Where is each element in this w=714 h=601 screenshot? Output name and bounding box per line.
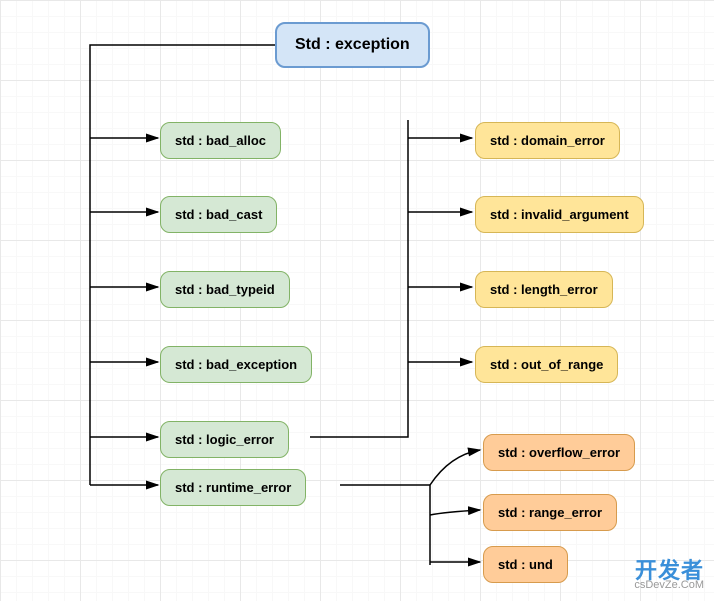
node-label: Std : exception <box>295 36 410 53</box>
node-label: std : bad_exception <box>175 357 297 372</box>
node-length-error: std : length_error <box>475 271 613 308</box>
node-label: std : bad_alloc <box>175 133 266 148</box>
node-label: std : overflow_error <box>498 445 620 460</box>
node-std-exception: Std : exception <box>275 22 430 68</box>
node-label: std : runtime_error <box>175 480 291 495</box>
node-label: std : bad_cast <box>175 207 262 222</box>
node-label: std : length_error <box>490 282 598 297</box>
node-bad-exception: std : bad_exception <box>160 346 312 383</box>
node-label: std : und <box>498 557 553 572</box>
node-runtime-error: std : runtime_error <box>160 469 306 506</box>
node-range-error: std : range_error <box>483 494 617 531</box>
node-domain-error: std : domain_error <box>475 122 620 159</box>
node-label: std : domain_error <box>490 133 605 148</box>
node-label: std : invalid_argument <box>490 207 629 222</box>
watermark: 开发者 csDevZe.CoM <box>634 560 704 591</box>
node-label: std : out_of_range <box>490 357 603 372</box>
node-out-of-range: std : out_of_range <box>475 346 618 383</box>
node-bad-typeid: std : bad_typeid <box>160 271 290 308</box>
node-overflow-error: std : overflow_error <box>483 434 635 471</box>
node-bad-alloc: std : bad_alloc <box>160 122 281 159</box>
node-label: std : bad_typeid <box>175 282 275 297</box>
node-label: std : logic_error <box>175 432 274 447</box>
watermark-line2: csDevZe.CoM <box>634 580 704 591</box>
node-underflow-error: std : und <box>483 546 568 583</box>
node-label: std : range_error <box>498 505 602 520</box>
node-bad-cast: std : bad_cast <box>160 196 277 233</box>
node-invalid-argument: std : invalid_argument <box>475 196 644 233</box>
node-logic-error: std : logic_error <box>160 421 289 458</box>
